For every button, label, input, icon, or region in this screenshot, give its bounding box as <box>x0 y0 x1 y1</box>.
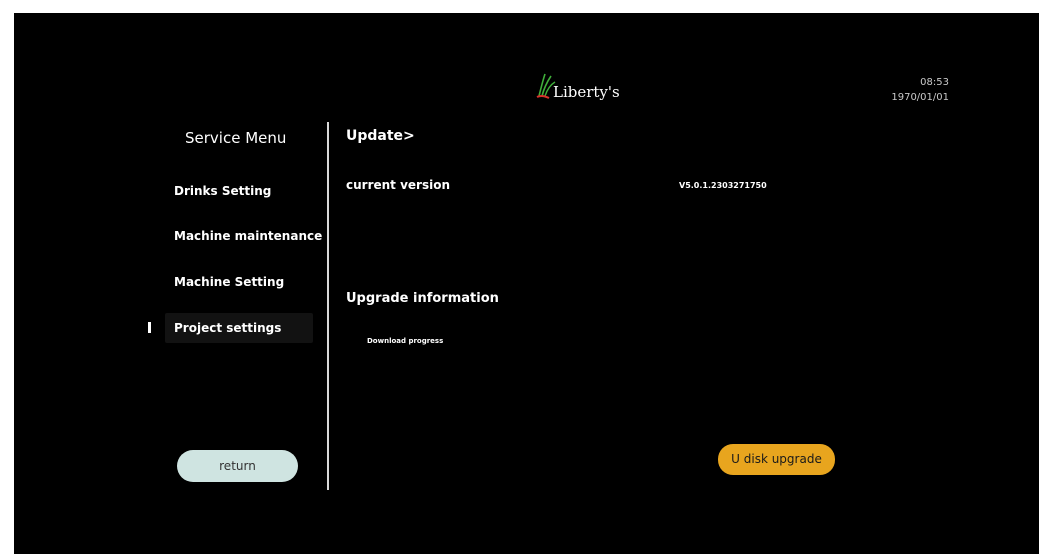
sidebar-item-machine-maintenance[interactable]: Machine maintenance <box>174 229 322 243</box>
current-version-value: V5.0.1.2303271750 <box>679 181 767 190</box>
clock-time: 08:53 <box>920 77 949 88</box>
screen <box>14 13 1039 554</box>
udisk-upgrade-button[interactable]: U disk upgrade <box>718 444 835 475</box>
brand-name: Liberty's <box>553 83 620 101</box>
upgrade-information-title: Upgrade information <box>346 291 499 306</box>
current-version-label: current version <box>346 178 451 192</box>
sidebar-item-drinks-setting[interactable]: Drinks Setting <box>174 184 271 198</box>
clock: 08:53 1970/01/01 <box>891 75 949 105</box>
vertical-divider <box>327 122 329 490</box>
download-progress-label: Download progress <box>367 337 444 345</box>
sidebar-item-project-settings[interactable]: Project settings <box>165 313 313 343</box>
brand-logo: Liberty's <box>535 70 645 104</box>
breadcrumb[interactable]: Update> <box>346 128 415 144</box>
clock-date: 1970/01/01 <box>891 92 949 103</box>
return-button[interactable]: return <box>177 450 298 482</box>
sidebar-item-machine-setting[interactable]: Machine Setting <box>174 275 284 289</box>
active-item-marker <box>148 322 151 333</box>
sidebar-title: Service Menu <box>185 129 287 147</box>
